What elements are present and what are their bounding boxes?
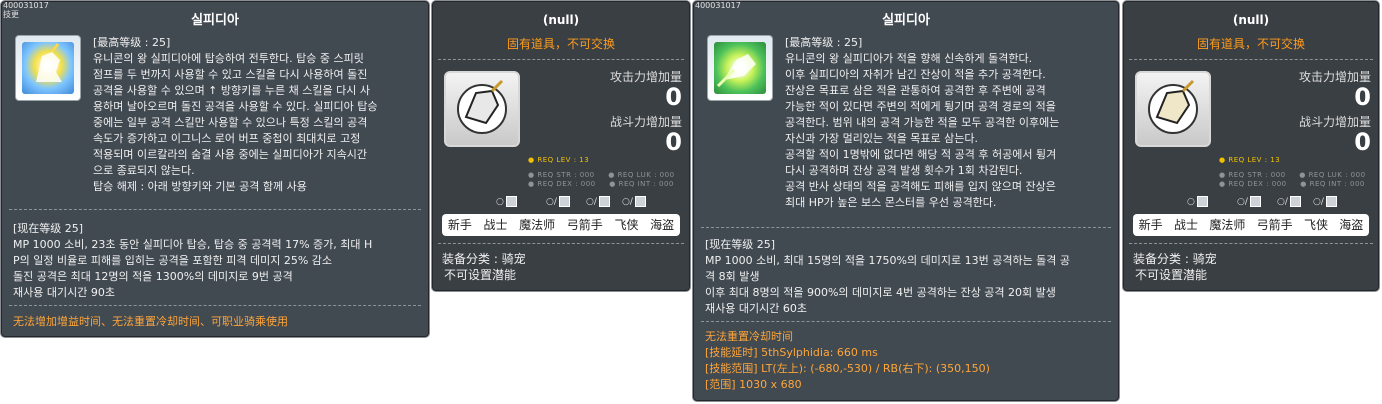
req-level: ● REQ LEV : 13 [528, 156, 590, 164]
unicorn-charge-icon [714, 42, 766, 94]
footer-line: [技能范围] LT(左上): (-680,-530) / RB(右下): (35… [705, 362, 990, 375]
slot-icon: ○ [1187, 196, 1208, 207]
job-warrior: 战士 [1173, 218, 1198, 232]
desc-line: 유니콘의 왕 실피디아가 적을 향해 신속하게 돌격한다. [785, 52, 1033, 65]
desc-line: 잔상은 목표로 삼은 적을 관통하여 공격한 후 주변에 공격 [785, 84, 1046, 97]
footer-line: [技能延时] 5thSylphidia: 660 ms [705, 346, 878, 359]
job-warrior: 战士 [483, 218, 508, 232]
item-subtitle: 固有道具，不可交换 [506, 37, 615, 51]
req-stats-1: ● REQ STR : 000 ● REQ LUK : 000 [528, 171, 675, 179]
slot-icon: ○/ [1237, 196, 1261, 207]
item-title: (null) [1232, 13, 1270, 27]
attack-increase-value: 0 [1354, 83, 1371, 111]
desc-line: 공격한다. 범위 내의 공격 가능한 적을 모두 공격한 이후에는 [785, 116, 1060, 129]
job-beginner: 新手 [1138, 218, 1163, 232]
desc-line: 최대 HP가 높은 보스 몬스터를 우선 공격한다. [785, 196, 997, 209]
desc-line: 공격할 적이 1명밖에 없다면 해당 적 공격 후 허공에서 튕겨 [785, 148, 1057, 161]
job-list: 新手 战士 魔法师 弓箭手 飞侠 海盗 [1133, 214, 1369, 236]
potential-note: 不可设置潜能 [1135, 268, 1208, 282]
level-line: 이후 최대 8명의 적을 900%의 데미지로 4번 공격하는 잔상 공격 20… [705, 286, 1056, 299]
unicorn-icon [22, 42, 74, 94]
job-pirate: 海盗 [650, 218, 675, 232]
job-magician: 魔法师 [1209, 218, 1246, 232]
desc-line: 탑승 해제 : 아래 방향키와 기본 공격 함께 사용 [93, 180, 307, 193]
mount-icon [1135, 71, 1211, 147]
desc-line: 유니콘의 왕 실피디아에 탑승하여 전투한다. 탑승 중 스피릿 [93, 52, 364, 65]
skill-tooltip-1: 400031017 技更 실피디아 [最高等级 : 25] 유니콘의 왕 실피디… [0, 0, 430, 338]
slot-icon: ○/ [586, 196, 610, 207]
job-beginner: 新手 [447, 218, 472, 232]
req-stats-2: ● REQ DEX : 000 ● REQ INT : 000 [528, 180, 674, 188]
req-level: ● REQ LEV : 13 [1219, 156, 1281, 164]
divider [9, 209, 421, 210]
desc-line: 자신과 가장 멀리있는 적을 목표로 삼는다. [785, 132, 979, 145]
combat-increase-value: 0 [665, 128, 682, 156]
skill-icon [15, 35, 81, 101]
slot-icon: ○/ [1277, 196, 1301, 207]
skill-icon [707, 35, 773, 101]
divider [438, 243, 684, 244]
desc-line: 점프를 두 번까지 사용할 수 있고 스킬을 다시 사용하여 돌진 [93, 68, 368, 81]
job-thief: 飞侠 [614, 218, 639, 232]
item-subtitle: 固有道具，不可交换 [1196, 37, 1305, 51]
slot-icon: ○/ [546, 196, 570, 207]
divider [9, 305, 421, 306]
equip-category: 装备分类 : 骑宠 [442, 252, 526, 266]
item-title: (null) [542, 13, 580, 27]
skill-title: 실피디아 [191, 13, 239, 28]
job-thief: 飞侠 [1303, 218, 1328, 232]
item-tooltip-1: (null) 固有道具，不可交换 攻击力增加量 0 战斗力增加量 0 ● REQ… [431, 0, 691, 292]
req-stats-1: ● REQ STR : 000 ● REQ LUK : 000 [1219, 171, 1366, 179]
footer-line: 无法重置冷却时间 [705, 330, 793, 343]
divider [1129, 59, 1373, 60]
job-pirate: 海盗 [1339, 218, 1364, 232]
skill-tooltip-2: 400031017 실피디아 [最高等级 : 25] 유니콘의 왕 실피디아가 … [692, 0, 1120, 402]
footer-line: [范围] 1030 x 680 [705, 378, 802, 391]
attack-increase-value: 0 [665, 83, 682, 111]
level-line: 재사용 대기시간 90초 [13, 286, 115, 299]
level-line: MP 1000 소비, 23초 동안 실피디아 탑승, 탑승 중 공격력 17%… [13, 238, 373, 251]
slot-icon: ○/ [622, 196, 646, 207]
job-list: 新手 战士 魔法师 弓箭手 飞侠 海盗 [442, 214, 680, 236]
job-magician: 魔法师 [519, 218, 556, 232]
job-archer: 弓箭手 [566, 218, 603, 232]
desc-line: 이후 실피디아의 자취가 남긴 잔상이 적을 추가 공격한다. [785, 68, 1046, 81]
combat-increase-value: 0 [1354, 128, 1371, 156]
desc-line: 가능한 적이 있다면 주변의 적에게 튕기며 공격 경로의 적을 [785, 100, 1056, 113]
equip-category: 装备分类 : 骑宠 [1133, 252, 1217, 266]
divider [701, 227, 1111, 228]
mount-icon [444, 71, 520, 147]
desc-line: 용하며 날아오르며 돌진 공격을 사용할 수 있다. 실피디아 탑승 [93, 100, 378, 113]
item-tooltip-2: (null) 固有道具，不可交换 攻击力增加量 0 战斗力增加量 0 ● REQ… [1122, 0, 1380, 292]
level-line: 격 8회 발생 [705, 270, 760, 283]
desc-line: 중에는 일부 공격 스킬만 사용할 수 있으나 특정 스킬의 공격 [93, 116, 368, 129]
desc-line: 적용되며 이르칼라의 숨결 사용 중에는 실피디아가 지속시간 [93, 148, 367, 161]
level-line: [现在等级 25] [705, 238, 776, 251]
potential-note: 不可设置潜能 [444, 268, 517, 282]
divider [438, 59, 684, 60]
level-line: [现在等级 25] [13, 222, 84, 235]
slot-icon: ○/ [1313, 196, 1337, 207]
level-line: 돌진 공격은 최대 12명의 적을 1300%의 데미지로 9번 공격 [13, 270, 293, 283]
job-archer: 弓箭手 [1256, 218, 1293, 232]
slot-icon: ○ [496, 196, 517, 207]
level-line: MP 1000 소비, 최대 15명의 적을 1750%의 데미지로 13번 공… [705, 254, 1071, 267]
desc-line: 다시 공격하며 잔상 공격 발생 횟수가 1회 차감된다. [785, 164, 1023, 177]
divider [701, 321, 1111, 322]
level-line: 재사용 대기시간 60초 [705, 302, 807, 315]
desc-line: 으로 종료되지 않는다. [93, 164, 195, 177]
skill-title: 실피디아 [882, 13, 930, 28]
desc-line: 공격 반사 상태의 적을 공격해도 피해를 입지 않으며 잔상은 [785, 180, 1056, 193]
divider [1129, 243, 1373, 244]
level-line: P의 일정 비율로 피해를 입히는 공격을 포함한 피격 데미지 25% 감소 [13, 254, 333, 267]
skill-footer: 无法增加增益时间、无法重置冷却时间、可职业骑乘使用 [13, 315, 288, 328]
req-stats-2: ● REQ DEX : 000 ● REQ INT : 000 [1219, 180, 1365, 188]
desc-line: 공격을 사용할 수 있으며 ↑ 방향키를 누른 채 스킬을 다시 사 [93, 84, 370, 97]
desc-line: 속도가 증가하고 이그니스 로어 버프 중첩이 최대치로 고정 [93, 132, 361, 145]
desc-line: [最高等级 : 25] [785, 36, 863, 49]
desc-line: [最高等级 : 25] [93, 36, 171, 49]
